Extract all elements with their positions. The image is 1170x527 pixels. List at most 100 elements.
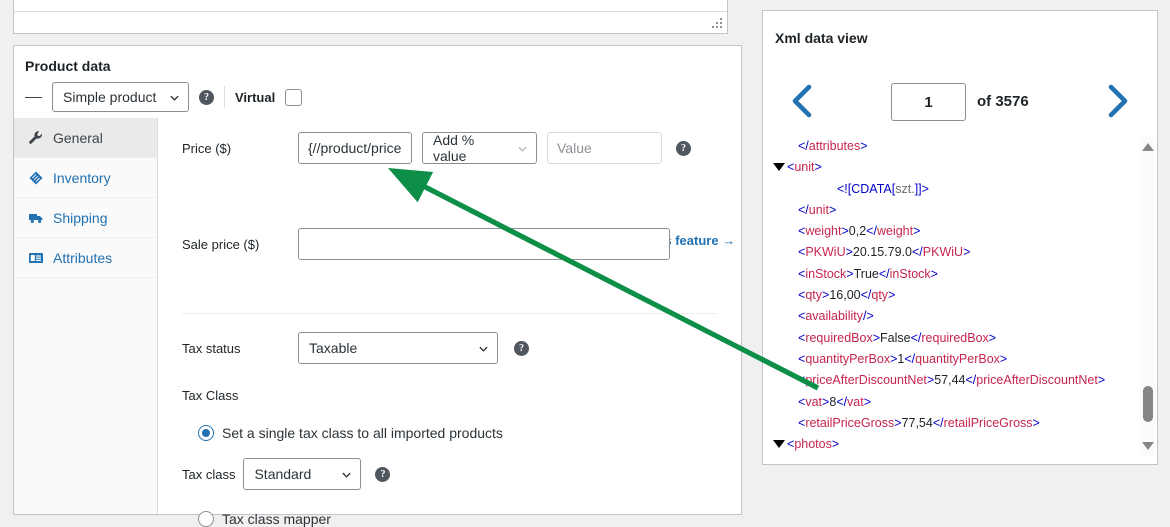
next-record-button[interactable] bbox=[1101, 81, 1135, 121]
prev-record-button[interactable] bbox=[785, 81, 819, 121]
xml-token: 77,54 bbox=[901, 415, 933, 430]
help-icon-tax-class[interactable]: ? bbox=[375, 466, 391, 482]
percent-value-input[interactable]: Value bbox=[547, 132, 662, 164]
xml-line: <weight>0,2</weight> bbox=[773, 221, 1147, 242]
xml-token: unit bbox=[794, 160, 815, 175]
xml-line: <inStock>True</inStock> bbox=[773, 264, 1147, 285]
xml-token: requiredBox bbox=[805, 330, 873, 345]
xml-line: <vat>8</vat> bbox=[773, 392, 1147, 413]
tax-status-label: Tax status bbox=[182, 340, 241, 356]
resize-handle-icon[interactable] bbox=[711, 18, 723, 30]
price-input[interactable]: {//product/price bbox=[298, 132, 412, 164]
xml-scrollbar[interactable] bbox=[1140, 137, 1156, 456]
xml-line: <requiredBox>False</requiredBox> bbox=[773, 328, 1147, 349]
sidebar-item-attributes[interactable]: Attributes bbox=[14, 238, 157, 278]
radio-label: Tax class mapper bbox=[222, 511, 331, 527]
product-type-value: Simple product bbox=[63, 89, 157, 105]
add-percent-value-label: Add % value bbox=[433, 132, 475, 164]
radio-button[interactable] bbox=[198, 511, 214, 527]
product-data-panel: Product data Simple product ? Virtual Ge… bbox=[13, 45, 742, 527]
radio-single-tax-class[interactable]: Set a single tax class to all imported p… bbox=[198, 425, 503, 441]
chevron-down-icon bbox=[170, 95, 179, 101]
xml-token: True bbox=[853, 266, 879, 281]
divider bbox=[224, 86, 225, 108]
xml-token: > bbox=[1097, 373, 1106, 388]
collapse-caret-icon[interactable] bbox=[773, 439, 785, 448]
sidebar-item-general[interactable]: General bbox=[14, 118, 157, 158]
xml-line: <unit> bbox=[773, 157, 1147, 178]
xml-token: priceAfterDiscountNet bbox=[976, 373, 1098, 388]
xml-token: > bbox=[845, 245, 853, 260]
tax-class-heading-row: Tax Class bbox=[158, 388, 298, 403]
editor-box-above bbox=[13, 0, 728, 34]
help-icon-price[interactable]: ? bbox=[676, 140, 691, 156]
left-column: Product data Simple product ? Virtual Ge… bbox=[0, 0, 742, 527]
xml-token: </ bbox=[878, 266, 890, 281]
sidebar-item-label: Inventory bbox=[53, 169, 111, 186]
sidebar-item-inventory[interactable]: Inventory bbox=[14, 158, 157, 198]
sidebar-item-shipping[interactable]: Shipping bbox=[14, 198, 157, 238]
xml-token: weight bbox=[876, 224, 914, 239]
add-percent-value-select[interactable]: Add % value bbox=[422, 132, 537, 164]
radio-button[interactable] bbox=[198, 425, 214, 441]
xml-token: retailPriceGross bbox=[943, 415, 1033, 430]
xml-line: <quantityPerBox>1</quantityPerBox> bbox=[773, 349, 1147, 370]
xml-token: inStock bbox=[889, 266, 931, 281]
sale-price-input[interactable] bbox=[298, 228, 670, 260]
xml-token: vat bbox=[847, 394, 864, 409]
xml-token: > bbox=[913, 224, 921, 239]
collapse-dash-icon[interactable] bbox=[25, 96, 42, 98]
xml-token: attributes bbox=[808, 139, 861, 153]
xml-token: quantityPerBox bbox=[915, 351, 1000, 366]
xml-token: quantityPerBox bbox=[805, 351, 891, 366]
product-type-select[interactable]: Simple product bbox=[52, 82, 189, 112]
xml-token: availability bbox=[805, 309, 863, 324]
xml-token: > bbox=[888, 288, 896, 303]
sidebar-item-label: Shipping bbox=[53, 209, 108, 226]
xml-line: <retailPriceGross>77,54</retailPriceGros… bbox=[773, 413, 1147, 434]
radio-tax-class-mapper[interactable]: Tax class mapper bbox=[198, 511, 331, 527]
scroll-down-arrow-icon[interactable] bbox=[1142, 442, 1154, 450]
xml-line: <![CDATA[szt.]]> bbox=[773, 179, 1147, 200]
help-icon-product-type[interactable]: ? bbox=[199, 89, 214, 105]
scroll-up-arrow-icon[interactable] bbox=[1142, 143, 1154, 151]
xml-token: 0,2 bbox=[848, 224, 867, 239]
xml-line: <availability/> bbox=[773, 306, 1147, 327]
tax-status-select[interactable]: Taxable bbox=[298, 332, 498, 364]
scrollbar-thumb[interactable] bbox=[1143, 386, 1153, 422]
chevron-down-icon bbox=[342, 472, 352, 478]
xml-token: </ bbox=[965, 373, 977, 388]
xml-token: > bbox=[863, 394, 872, 409]
xml-token: </ bbox=[798, 202, 809, 217]
xml-token: </ bbox=[904, 351, 916, 366]
page-title: Product data bbox=[25, 58, 111, 74]
tax-class-row: Tax class Standard ? bbox=[182, 458, 391, 490]
page-number-input[interactable]: 1 bbox=[891, 83, 966, 121]
sidebar-item-label: General bbox=[53, 129, 103, 146]
tax-class-select[interactable]: Standard bbox=[243, 458, 362, 490]
sale-price-row: Sale price ($) bbox=[158, 228, 670, 260]
xml-token: </ bbox=[866, 224, 877, 239]
chevron-down-icon bbox=[518, 146, 527, 152]
virtual-checkbox[interactable] bbox=[285, 88, 303, 106]
tax-class-heading: Tax Class bbox=[182, 388, 239, 403]
xml-token: > bbox=[841, 224, 849, 239]
price-row: Price ($) {//product/price Add % value V… bbox=[158, 132, 691, 164]
xml-token: <![CDATA[ bbox=[837, 181, 896, 196]
xml-token: unit bbox=[808, 202, 829, 217]
xml-line: </attributes> bbox=[773, 136, 1147, 157]
help-icon-tax-status[interactable]: ? bbox=[514, 340, 529, 356]
divider bbox=[182, 313, 717, 314]
virtual-label: Virtual bbox=[235, 89, 276, 105]
xml-token: > bbox=[1032, 415, 1040, 430]
attributes-icon bbox=[29, 252, 43, 263]
xml-line: <PKWiU>20.15.79.0</PKWiU> bbox=[773, 242, 1147, 263]
sale-price-label: Sale price ($) bbox=[182, 236, 260, 252]
xml-line: <priceAfterDiscountNet>57,44</priceAfter… bbox=[773, 370, 1147, 391]
xml-token: qty bbox=[871, 288, 889, 303]
tax-class-value: Standard bbox=[254, 466, 312, 482]
xml-token: qty bbox=[805, 288, 822, 303]
tax-status-row: Tax status Taxable ? bbox=[158, 332, 529, 364]
collapse-caret-icon[interactable] bbox=[773, 163, 785, 171]
xml-token: > bbox=[999, 351, 1008, 366]
